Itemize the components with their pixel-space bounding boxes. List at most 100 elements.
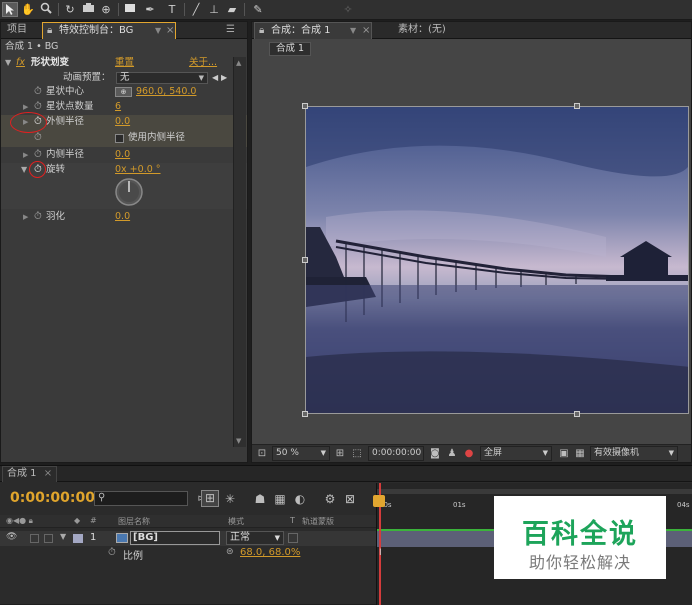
timecode-field[interactable]: 0:00:00:00 — [368, 446, 424, 461]
puppet-tool-icon[interactable]: ✧ — [340, 2, 356, 17]
playhead-handle[interactable] — [373, 495, 385, 507]
scale-value[interactable]: 68.0, 68.0% — [240, 547, 300, 558]
selection-tool-icon[interactable] — [2, 2, 18, 17]
visibility-eye-icon[interactable]: 👁︎ — [6, 532, 17, 542]
layer-row[interactable]: 👁︎ ▼ 1 [BG] 正常 ▼ — [0, 531, 376, 546]
camera-select[interactable]: 有效摄像机 ▼ — [590, 446, 678, 461]
hide-shy-layers-icon[interactable]: ☗ — [252, 492, 268, 506]
tab-footage[interactable]: 素材：(无) — [394, 22, 450, 39]
draft-3d-icon[interactable]: ✳ — [222, 492, 238, 506]
live-update-icon[interactable]: ⊞ — [201, 490, 219, 507]
camera-tool-icon[interactable] — [80, 2, 96, 17]
composition-frame[interactable] — [305, 106, 689, 414]
resolution-value: 全屏 — [484, 448, 503, 458]
frame-blending-icon[interactable]: ▦ — [272, 492, 288, 506]
show-snapshot-icon[interactable]: ♟ — [444, 447, 460, 461]
brainstorm-icon[interactable]: ⚙ — [322, 492, 338, 506]
keyframe-marker-icon[interactable]: I — [379, 548, 382, 558]
corner-handle[interactable] — [302, 103, 308, 109]
property-value[interactable]: 0.0 — [115, 210, 130, 224]
preserve-transparency-checkbox[interactable] — [288, 533, 298, 543]
mask-visibility-icon[interactable]: ⬚ — [349, 447, 365, 461]
comp-name-chip[interactable]: 合成 1 — [269, 42, 312, 56]
prev-preset-icon[interactable]: ◀ — [212, 71, 218, 85]
constrain-proportions-icon[interactable]: ⊜ — [226, 547, 234, 557]
use-inner-radius-checkbox[interactable] — [115, 134, 124, 143]
property-value[interactable]: 6 — [115, 100, 121, 114]
hand-tool-icon[interactable]: ✋ — [20, 2, 36, 17]
motion-blur-icon[interactable]: ◐ — [292, 492, 308, 506]
collapse-triangle-icon[interactable]: ▼ — [5, 56, 11, 70]
collapse-triangle-icon[interactable]: ▼ — [60, 532, 66, 541]
scroll-up-icon[interactable]: ▲ — [236, 59, 241, 67]
rotation-dial[interactable] — [114, 177, 144, 207]
color-channel-icon[interactable]: ● — [461, 447, 477, 461]
stopwatch-icon[interactable]: ⏱ — [34, 148, 42, 162]
annotation-circle — [29, 161, 46, 178]
dropdown-arrow-icon[interactable]: ▼ — [350, 23, 356, 39]
collapse-triangle-icon[interactable]: ▼ — [21, 163, 27, 177]
pen-tool-icon[interactable]: ✒ — [142, 2, 158, 17]
corner-handle[interactable] — [302, 411, 308, 417]
next-preset-icon[interactable]: ▶ — [221, 71, 227, 85]
lock-icon[interactable]: 🔒︎ — [47, 23, 52, 39]
animation-preset-select[interactable]: 无 ▼ — [116, 72, 208, 84]
layer-name-field[interactable]: [BG] — [130, 531, 220, 545]
graph-editor-icon[interactable]: ⊠ — [342, 492, 358, 506]
stopwatch-icon[interactable]: ⏱ — [34, 131, 42, 145]
lock-icon[interactable]: 🔒︎ — [259, 23, 264, 39]
pan-behind-tool-icon[interactable]: ⊕ — [98, 2, 114, 17]
property-value[interactable]: 960.0, 540.0 — [136, 85, 196, 99]
expand-triangle-icon[interactable]: ▶ — [23, 210, 28, 224]
edge-handle[interactable] — [574, 103, 580, 109]
region-of-interest-icon[interactable]: ▣ — [556, 447, 572, 461]
property-value[interactable]: 0.0 — [115, 115, 130, 129]
always-preview-icon[interactable]: ⊡ — [254, 447, 270, 461]
about-link[interactable]: 关于... — [189, 56, 217, 70]
fx-icon[interactable]: fx — [16, 56, 25, 70]
tab-project[interactable]: 项目 — [3, 22, 31, 39]
snapshot-icon[interactable]: ◙ — [427, 447, 443, 461]
tab-timeline-comp[interactable]: 合成 1 × — [2, 466, 58, 482]
stopwatch-icon[interactable]: ⏱ — [108, 547, 116, 558]
close-tab-icon[interactable]: × — [166, 23, 174, 39]
edge-handle[interactable] — [574, 411, 580, 417]
transparency-grid-icon[interactable]: ▦ — [572, 447, 588, 461]
work-area-bar[interactable] — [377, 489, 692, 494]
roto-brush-tool-icon[interactable]: ✎ — [250, 2, 266, 17]
blend-mode-select[interactable]: 正常 ▼ — [226, 531, 284, 545]
crosshair-icon[interactable]: ⊕ — [115, 87, 132, 97]
expand-triangle-icon[interactable]: ▶ — [23, 148, 28, 162]
stopwatch-icon[interactable]: ⏱ — [34, 210, 42, 224]
grid-icon[interactable]: ⊞ — [332, 447, 348, 461]
eraser-tool-icon[interactable]: ▰ — [224, 2, 240, 17]
dropdown-arrow-icon[interactable]: ▼ — [155, 23, 161, 39]
layer-search-input[interactable]: ⚲ — [94, 491, 188, 506]
zoom-tool-icon[interactable] — [38, 2, 54, 17]
scroll-down-icon[interactable]: ▼ — [236, 437, 241, 445]
column-track-matte: 轨道蒙版 — [302, 517, 334, 526]
property-value[interactable]: 0x +0.0 ° — [115, 163, 161, 177]
edge-handle[interactable] — [302, 257, 308, 263]
tab-composition[interactable]: 🔒︎ 合成：合成 1 ▼ × — [254, 22, 372, 39]
zoom-select[interactable]: 50 % ▼ — [272, 446, 330, 461]
scrollbar[interactable]: ▲ ▼ — [233, 57, 246, 447]
tab-effect-controls[interactable]: 🔒︎ 特效控制台：BG ▼ × — [42, 22, 176, 39]
lock-checkbox[interactable] — [44, 534, 53, 543]
solo-checkbox[interactable] — [30, 534, 39, 543]
label-color-swatch[interactable] — [73, 534, 83, 543]
close-tab-icon[interactable]: × — [44, 468, 52, 479]
type-tool-icon[interactable]: T — [164, 2, 180, 17]
panel-menu-icon[interactable]: ☰ — [226, 24, 235, 35]
clone-stamp-tool-icon[interactable]: ⊥ — [206, 2, 222, 17]
resolution-select[interactable]: 全屏 ▼ — [480, 446, 552, 461]
rotate-tool-icon[interactable]: ↻ — [62, 2, 78, 17]
reset-link[interactable]: 重置 — [115, 56, 134, 70]
close-tab-icon[interactable]: × — [362, 23, 370, 39]
current-timecode[interactable]: 0:00:00:00 — [10, 490, 95, 506]
brush-tool-icon[interactable]: ╱ — [188, 2, 204, 17]
stopwatch-icon[interactable]: ⏱ — [34, 85, 42, 99]
rectangle-tool-icon[interactable] — [122, 2, 138, 17]
property-value[interactable]: 0.0 — [115, 148, 130, 162]
footage-icon — [116, 533, 128, 543]
